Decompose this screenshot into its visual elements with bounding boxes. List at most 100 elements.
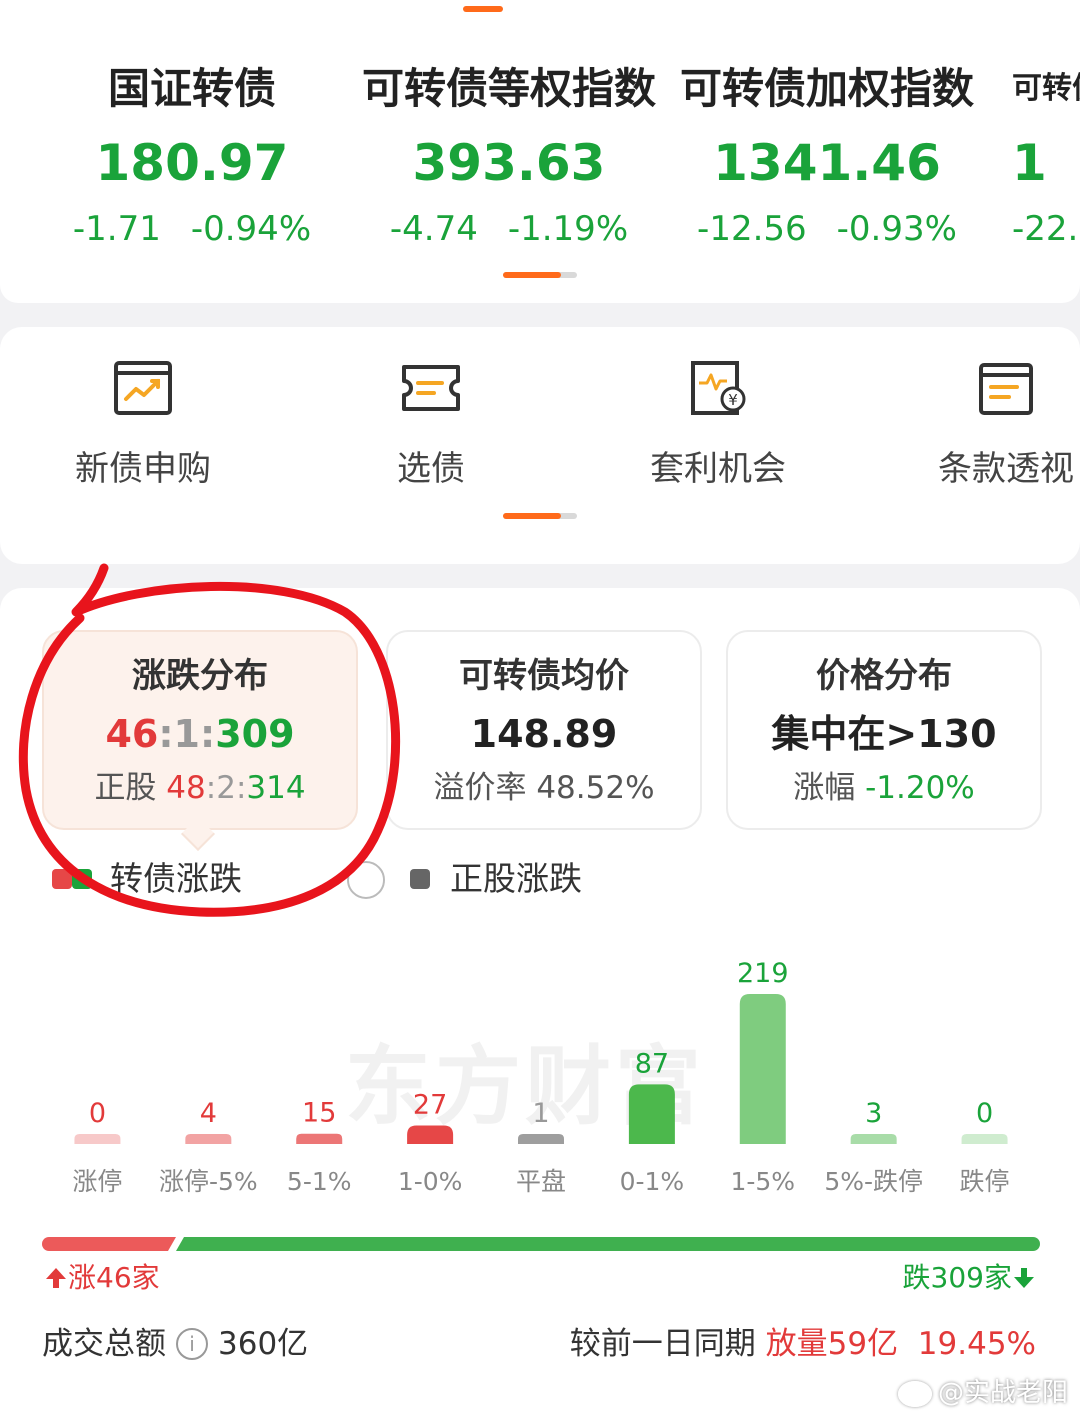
separator: :	[205, 770, 217, 806]
arrow-down-icon	[1014, 1268, 1034, 1288]
top-tab-indicator	[463, 6, 503, 12]
index-item-weighted[interactable]: 可转债加权指数 1341.46 -12.56 -0.93%	[667, 60, 987, 252]
index-change: -4.74 -1.19%	[349, 206, 669, 252]
weibo-logo	[897, 1380, 932, 1407]
bar-value-label: 87	[635, 1048, 669, 1079]
yen-document-icon: ¥	[687, 357, 749, 419]
weibo-credit: @实战老阳	[897, 1372, 1068, 1409]
index-change-pct: -0.93%	[836, 209, 957, 249]
rise-fall-ratio-bar	[42, 1236, 1040, 1251]
stock-down-count: 314	[246, 770, 306, 806]
index-change-pct: -1.19%	[507, 209, 629, 249]
index-change: -1.71 -0.94%	[32, 206, 352, 252]
bar-3	[407, 1125, 454, 1144]
stock-label: 正股	[94, 770, 157, 806]
index-name: 可转债加权指数	[679, 64, 974, 113]
compare-pct: 19.45%	[917, 1326, 1036, 1362]
svg-text:¥: ¥	[728, 391, 738, 409]
separator: :	[200, 712, 216, 756]
ratio-down-segment	[176, 1237, 1040, 1251]
index-change-abs: -1.71	[72, 209, 161, 249]
legend-up-swatch	[52, 869, 72, 889]
category-label: 平盘	[516, 1167, 566, 1196]
index-item-guozheng[interactable]: 国证转债 180.97 -1.71 -0.94%	[32, 60, 352, 252]
bar-0	[74, 1134, 121, 1144]
func-arbitrage[interactable]: ¥ 套利机会	[578, 357, 858, 490]
stock-counts: 正股 48:2:314	[44, 766, 356, 810]
index-value: 180.97	[95, 134, 289, 192]
category-label: 跌停	[960, 1167, 1010, 1196]
toggle-stock-label: 正股涨跌	[450, 859, 582, 898]
bar-value-label: 1	[532, 1098, 549, 1129]
turnover-total: 成交总额 i 360亿	[42, 1322, 308, 1366]
chart-trend-icon	[112, 357, 174, 419]
func-select-bond[interactable]: 选债	[291, 357, 571, 490]
legend-stock-swatch	[410, 869, 430, 889]
category-label: 涨停	[72, 1167, 122, 1196]
down-count: 309	[215, 712, 295, 756]
index-item-equal-weight[interactable]: 可转债等权指数 393.63 -4.74 -1.19%	[349, 60, 669, 252]
bar-5	[628, 1084, 675, 1144]
func-terms-insight[interactable]: 条款透视	[866, 357, 1080, 490]
rise-count-label: 涨46家	[44, 1260, 160, 1296]
stock-up-count: 48	[166, 770, 206, 806]
price-concentration: 集中在>130	[771, 712, 997, 756]
ratio-up-segment	[42, 1237, 176, 1251]
distribution-bar-chart: 0 涨停 4 涨停-5% 15 5-1% 27 1-0% 1 平盘 87 0-1% 219 1-5% 3 5%…	[72, 958, 1010, 1196]
bar-value-label: 0	[976, 1098, 993, 1129]
index-change: -22.	[1012, 206, 1080, 252]
stat-card-price-dist[interactable]: 价格分布 集中在>130 涨幅 -1.20%	[726, 630, 1042, 830]
compare-label: 较前一日同期	[569, 1326, 756, 1362]
bar-4	[518, 1134, 564, 1144]
fall-count-label: 跌309家	[903, 1260, 1036, 1296]
premium-value: 48.52%	[536, 770, 655, 806]
bar-value-label: 15	[302, 1098, 336, 1129]
index-name: 国证转债	[107, 64, 276, 113]
index-change-pct: -0.94%	[190, 209, 312, 249]
bar-2	[296, 1133, 343, 1144]
func-new-bond-subscribe[interactable]: 新债申购	[3, 357, 283, 490]
func-label: 套利机会	[650, 449, 786, 489]
distribution-panel: 涨跌分布 46:1:309 正股 48:2:314 可转债均价 148.89 溢…	[0, 588, 1080, 1413]
stat-title: 涨跌分布	[132, 656, 268, 696]
bar-1	[185, 1134, 232, 1144]
premium-label: 溢价率	[433, 770, 527, 806]
index-name: 可转债等权指数	[361, 64, 656, 113]
turnover-value: 360亿	[218, 1326, 309, 1362]
index-change-abs: -12.56	[697, 209, 807, 249]
func-label: 条款透视	[938, 449, 1074, 489]
flat-count: 1	[173, 712, 200, 756]
bar-value-label: 0	[89, 1098, 106, 1129]
index-change-abs: -4.74	[389, 209, 478, 249]
toggle-row: 转债涨跌 正股涨跌	[0, 858, 1080, 900]
index-change-abs: -22.	[1012, 209, 1079, 249]
toggle-bond-label: 转债涨跌	[110, 859, 242, 898]
func-label: 新债申购	[75, 449, 211, 489]
index-ticker: 国证转债 180.97 -1.71 -0.94% 可转债等权指数 393.63 -…	[0, 0, 1080, 303]
index-value: 1	[1012, 134, 1047, 192]
index-name: 可转债	[1012, 71, 1080, 106]
function-grid: 新债申购 选债 ¥ 套利机会 条款透视	[0, 327, 1080, 564]
info-icon[interactable]: i	[176, 1327, 208, 1360]
compare-value: 放量59亿	[765, 1326, 899, 1362]
bar-value-label: 4	[200, 1098, 217, 1129]
radio-button[interactable]	[347, 861, 385, 899]
bar-8	[961, 1134, 1008, 1144]
arrow-up-icon	[46, 1268, 66, 1288]
stat-card-avg-price[interactable]: 可转债均价 148.89 溢价率 48.52%	[386, 630, 702, 830]
change-label: 涨幅	[793, 770, 856, 806]
category-label: 1-5%	[730, 1167, 795, 1196]
category-label: 5%-跌停	[824, 1167, 923, 1196]
fall-count-text: 跌309家	[902, 1261, 1012, 1294]
stock-flat-count: 2	[216, 770, 236, 806]
index-item-partial[interactable]: 可转债 1 -22.	[1012, 60, 1080, 252]
bar-6	[739, 994, 786, 1144]
legend-down-swatch	[72, 869, 92, 889]
bar-value-label: 219	[737, 958, 789, 989]
stat-card-rise-fall[interactable]: 涨跌分布 46:1:309 正股 48:2:314	[42, 630, 358, 830]
bar-value-label: 3	[865, 1098, 882, 1129]
category-label: 0-1%	[620, 1167, 685, 1196]
category-label: 5-1%	[287, 1167, 352, 1196]
turnover-compare: 较前一日同期 放量59亿 19.45%	[570, 1322, 1036, 1366]
ticket-icon	[400, 357, 462, 419]
